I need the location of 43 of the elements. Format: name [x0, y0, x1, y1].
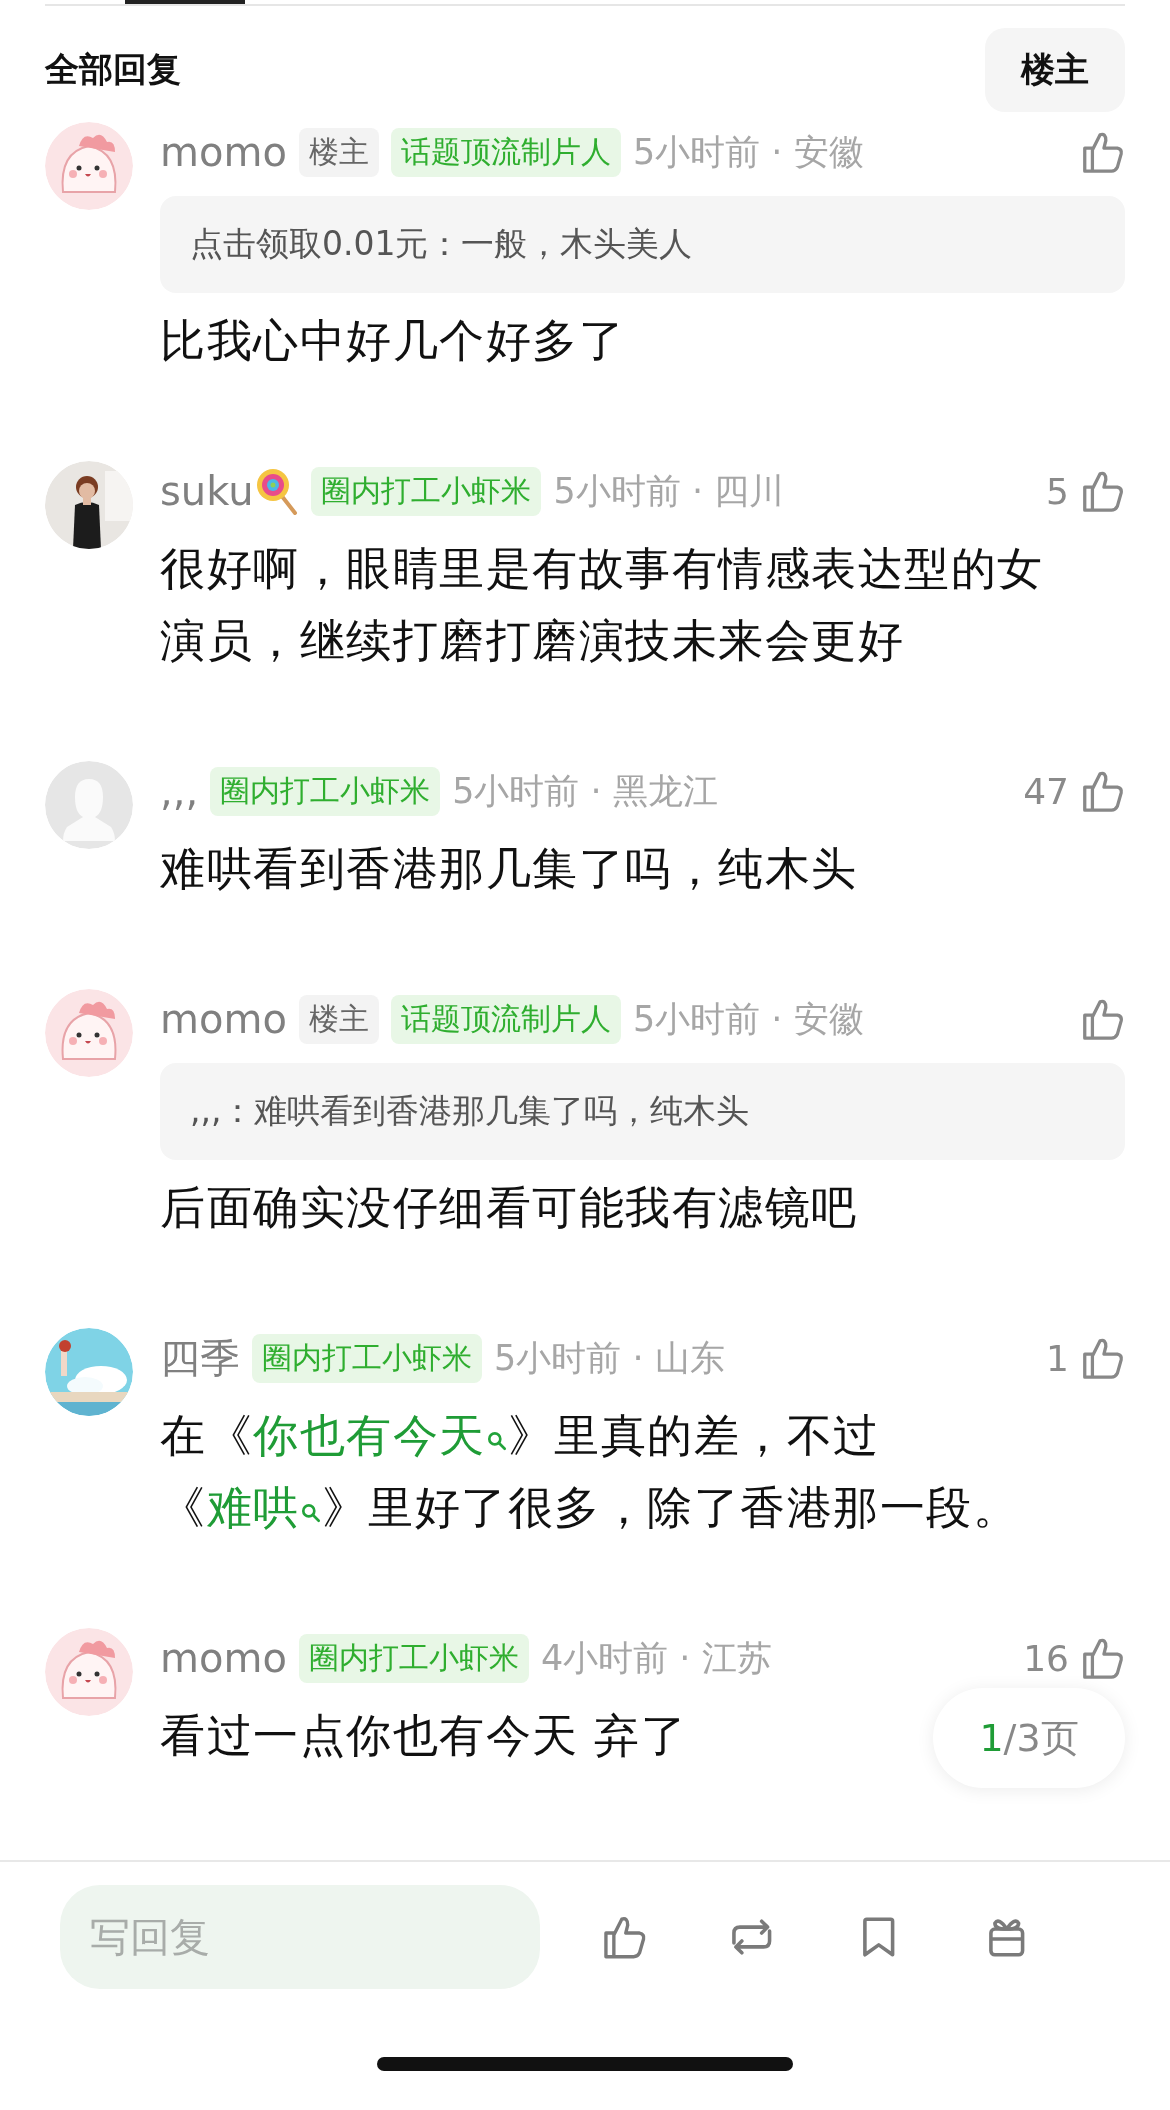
quoted-reply: 点击领取0.01元：一般，木头美人 [160, 196, 1125, 293]
title-tag: 圈内打工小虾米 [311, 466, 542, 516]
topic-link[interactable]: 你也有今天 [253, 1409, 508, 1462]
title-tag: 圈内打工小虾米 [298, 1633, 529, 1683]
op-tag: 楼主 [298, 127, 379, 177]
title-tag: 圈内打工小虾米 [210, 766, 441, 816]
comment-text: 在《你也有今天 》里真的差，不过《难哄 》里好了很多，除了香港那一段。 [160, 1408, 1020, 1536]
comment-text: 比我心中好几个好多了 [160, 313, 626, 369]
user-name[interactable]: 四季 [160, 1330, 240, 1386]
title-tag: 话题顶流制片人 [390, 127, 621, 177]
topic-link[interactable]: 难哄 [206, 1481, 322, 1534]
search-icon[interactable] [299, 1501, 322, 1523]
like-count: 1 [1046, 1337, 1069, 1379]
title-tag: 话题顶流制片人 [390, 994, 621, 1044]
comment-text: 难哄看到香港那几集了吗，纯木头 [160, 841, 859, 897]
user-name[interactable]: suku [160, 468, 254, 514]
user-name[interactable]: ,,, [160, 768, 199, 814]
comment-text: 看过一点你也有今天 弃了 [160, 1708, 689, 1764]
time-location: 5小时前 · 安徽 [632, 997, 864, 1041]
avatar-drawing[interactable] [45, 1628, 133, 1716]
like-count: 16 [1023, 1637, 1069, 1679]
page-indicator[interactable]: 1/3页 [933, 1688, 1125, 1788]
comment-text: 很好啊，眼睛里是有故事有情感表达型的女演员，继续打磨打磨演技未来会更好 [160, 541, 1045, 669]
comment-text: 后面确实没仔细看可能我有滤镜吧 [160, 1180, 859, 1236]
user-name[interactable]: momo [160, 129, 287, 175]
op-tag: 楼主 [298, 994, 379, 1044]
avatar-drawing[interactable] [45, 122, 133, 210]
avatar-drawing[interactable] [45, 989, 133, 1077]
time-location: 5小时前 · 四川 [553, 469, 785, 513]
user-name[interactable]: momo [160, 996, 287, 1042]
op-filter-button[interactable]: 楼主 [985, 28, 1125, 112]
quoted-reply: ,,,：难哄看到香港那几集了吗，纯木头 [160, 1063, 1125, 1160]
section-title: 全部回复 [45, 48, 181, 91]
time-location: 5小时前 · 黑龙江 [452, 769, 718, 813]
reply-field[interactable]: 写回复 [60, 1885, 540, 1989]
search-icon[interactable] [485, 1429, 508, 1451]
time-location: 5小时前 · 安徽 [632, 130, 864, 174]
title-tag: 圈内打工小虾米 [252, 1333, 482, 1383]
like-count: 5 [1046, 470, 1069, 512]
time-location: 5小时前 · 山东 [494, 1336, 725, 1380]
user-name[interactable]: momo [160, 1635, 287, 1681]
time-location: 4小时前 · 江苏 [540, 1636, 772, 1680]
like-count: 47 [1023, 770, 1069, 812]
